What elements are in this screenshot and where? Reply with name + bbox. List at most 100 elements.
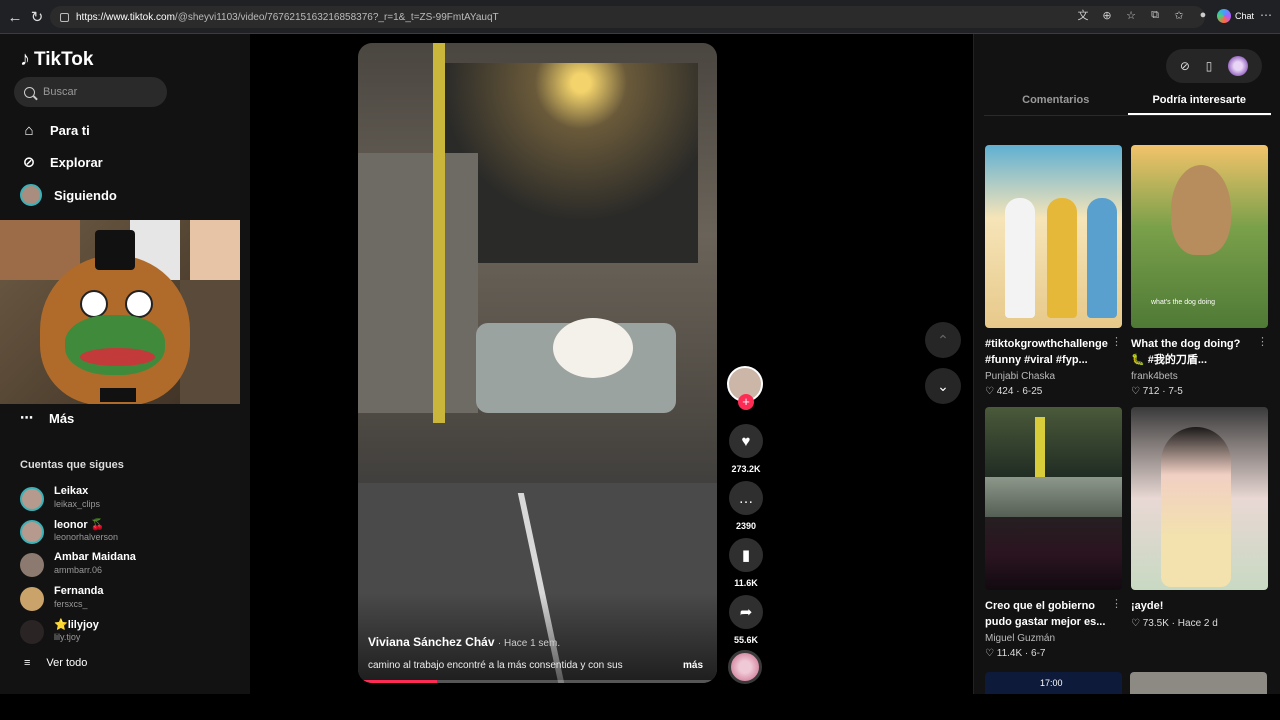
account-name: Fernanda [54, 585, 104, 597]
video-player[interactable]: Viviana Sánchez Cháv · Hace 1 sem. camin… [358, 43, 717, 683]
video-thumbnail [985, 145, 1122, 328]
account-handle: ammbarr.06 [54, 565, 103, 575]
copilot-icon [1216, 9, 1231, 23]
card-stats: ♡ 712 · 7-5 [1131, 386, 1183, 397]
url-host: https://www.tiktok.com [76, 11, 175, 23]
like-button[interactable]: ♥ 273.2K [728, 424, 764, 474]
account-name: leonor 🍒 [54, 519, 105, 531]
more-label: Más [49, 410, 75, 426]
caption-more-button[interactable]: más [683, 660, 703, 671]
see-all-label: Ver todo [46, 657, 88, 669]
avatar [20, 620, 44, 644]
zoom-icon[interactable]: ⊕ [1100, 8, 1114, 22]
author-name: Viviana Sánchez Cháv [368, 635, 495, 649]
avatar [20, 587, 44, 611]
card-stats: ♡ 11.4K · 6-7 [985, 648, 1046, 659]
share-button[interactable]: ➦ 55.6K [728, 595, 764, 645]
tab-comentarios[interactable]: Comentarios [984, 86, 1128, 115]
kebab-menu-icon[interactable]: ⋮ [1257, 335, 1268, 348]
chevron-down-icon: ⌄ [937, 377, 949, 394]
tab-podria-interesarte[interactable]: Podría interesarte [1127, 86, 1271, 115]
music-disc-icon[interactable] [728, 650, 762, 684]
peek-time: 17:00 [1040, 678, 1063, 688]
nav-mas[interactable]: ⋯ Más [20, 410, 74, 426]
nav-siguiendo[interactable]: Siguiendo [20, 183, 117, 207]
back-icon[interactable]: ← [6, 8, 24, 26]
followed-account[interactable]: leonor 🍒 leonorhalverson [20, 518, 240, 546]
favorite-star-icon[interactable]: ☆ [1124, 8, 1138, 22]
translate-icon[interactable]: 文 [1076, 8, 1090, 22]
explore-icon[interactable]: ⊘ [1180, 59, 1190, 73]
account-handle: leikax_clips [54, 499, 101, 509]
more-options-icon[interactable]: ⋯ [1260, 8, 1272, 22]
device-icon[interactable]: ▯ [1206, 59, 1213, 73]
video-progress-bar[interactable] [358, 680, 717, 683]
heart-outline-icon: ♡ [1131, 386, 1140, 397]
like-count: 273.2K [731, 464, 761, 474]
screen-bottom-bar [0, 694, 1280, 720]
card-title: ¡ayde! [1131, 600, 1164, 612]
profile-icon[interactable]: ● [1196, 8, 1210, 22]
tiktok-logo[interactable]: ♪ TikTok [20, 48, 93, 71]
recommended-video-card-peek[interactable]: 17:00 [985, 672, 1122, 694]
card-title: Creo que el gobierno pudo gastar mejor e… [985, 600, 1106, 628]
nav-label: Siguiendo [54, 187, 117, 203]
save-button[interactable]: ▮ 11.6K [728, 538, 764, 588]
card-likes: 424 [996, 386, 1014, 397]
comment-button[interactable]: … 2390 [728, 481, 764, 531]
browser-toolbar: ← ↻ https://www.tiktok.com /@sheyvi1103/… [0, 0, 1280, 34]
followed-account[interactable]: Ambar Maidana ammbarr.06 [20, 551, 240, 579]
bookmark-icon: ▮ [729, 538, 763, 572]
avatar [20, 553, 44, 577]
next-video-button[interactable]: ⌄ [925, 368, 961, 404]
recommended-video-card-peek[interactable] [1130, 672, 1267, 694]
followed-account[interactable]: Fernanda fersxcs_ [20, 585, 240, 613]
account-handle: leonorhalverson [54, 532, 119, 542]
recommended-video-card[interactable]: Creo que el gobierno pudo gastar mejor e… [985, 407, 1122, 659]
search-icon [24, 86, 35, 98]
card-title: #tiktokgrowthchallenge #funny #viral #fy… [985, 338, 1108, 366]
video-author[interactable]: Viviana Sánchez Cháv · Hace 1 sem. [368, 635, 560, 649]
kebab-menu-icon[interactable]: ⋮ [1111, 335, 1122, 348]
nav-para-ti[interactable]: ⌂ Para ti [20, 118, 90, 142]
recommended-video-card[interactable]: #tiktokgrowthchallenge #funny #viral #fy… [985, 145, 1122, 397]
followed-account[interactable]: Leikax leikax_clips [20, 485, 240, 513]
following-section-title: Cuentas que sigues [20, 459, 124, 471]
more-dots-icon: ⋯ [20, 410, 33, 425]
card-likes: 712 [1142, 386, 1160, 397]
nav-explorar[interactable]: ⊘ Explorar [20, 150, 103, 174]
followed-account[interactable]: ⭐lilyjoy lily.tjoy [20, 618, 240, 646]
save-count: 11.6K [734, 578, 758, 588]
home-icon: ⌂ [24, 121, 34, 139]
video-thumbnail [985, 407, 1122, 590]
site-info-icon[interactable] [60, 12, 69, 22]
nav-label: Explorar [50, 154, 103, 170]
pepe-bear-overlay-image [0, 220, 240, 404]
recommended-video-card[interactable]: what's the dog doing What the dog doing?… [1131, 145, 1268, 397]
card-date: Hace 2 d [1177, 618, 1218, 629]
share-count: 55.6K [733, 635, 759, 645]
card-likes: 73.5K [1142, 618, 1169, 629]
card-stats: ♡ 424 · 6-25 [985, 386, 1043, 397]
user-avatar[interactable] [1228, 56, 1249, 76]
copilot-chat-button[interactable]: Chat [1216, 9, 1254, 23]
top-right-controls: ⊘ ▯ [1166, 49, 1262, 83]
extensions-icon[interactable]: ⧉ [1148, 8, 1162, 22]
reload-icon[interactable]: ↻ [28, 8, 46, 26]
previous-video-button[interactable]: ⌃ [925, 322, 961, 358]
card-author: Miguel Guzmán [985, 633, 1056, 644]
search-input[interactable]: Buscar [14, 77, 167, 107]
account-name: Ambar Maidana [54, 551, 136, 563]
post-time: · Hace 1 sem. [497, 638, 561, 649]
follow-plus-icon[interactable]: + [738, 394, 754, 410]
nav-label: Para ti [50, 122, 90, 138]
card-date: 6-25 [1022, 386, 1043, 397]
avatar [20, 184, 42, 206]
account-handle: lily.tjoy [54, 632, 81, 642]
comment-icon: … [729, 481, 763, 515]
recommended-video-card[interactable]: ¡ayde! ♡ 73.5K · Hace 2 d [1131, 407, 1268, 629]
see-all-button[interactable]: ≡ Ver todo [24, 657, 87, 669]
address-bar[interactable]: https://www.tiktok.com /@sheyvi1103/vide… [50, 6, 1205, 28]
kebab-menu-icon[interactable]: ⋮ [1111, 597, 1122, 610]
favorites-icon[interactable]: ✩ [1172, 8, 1186, 22]
